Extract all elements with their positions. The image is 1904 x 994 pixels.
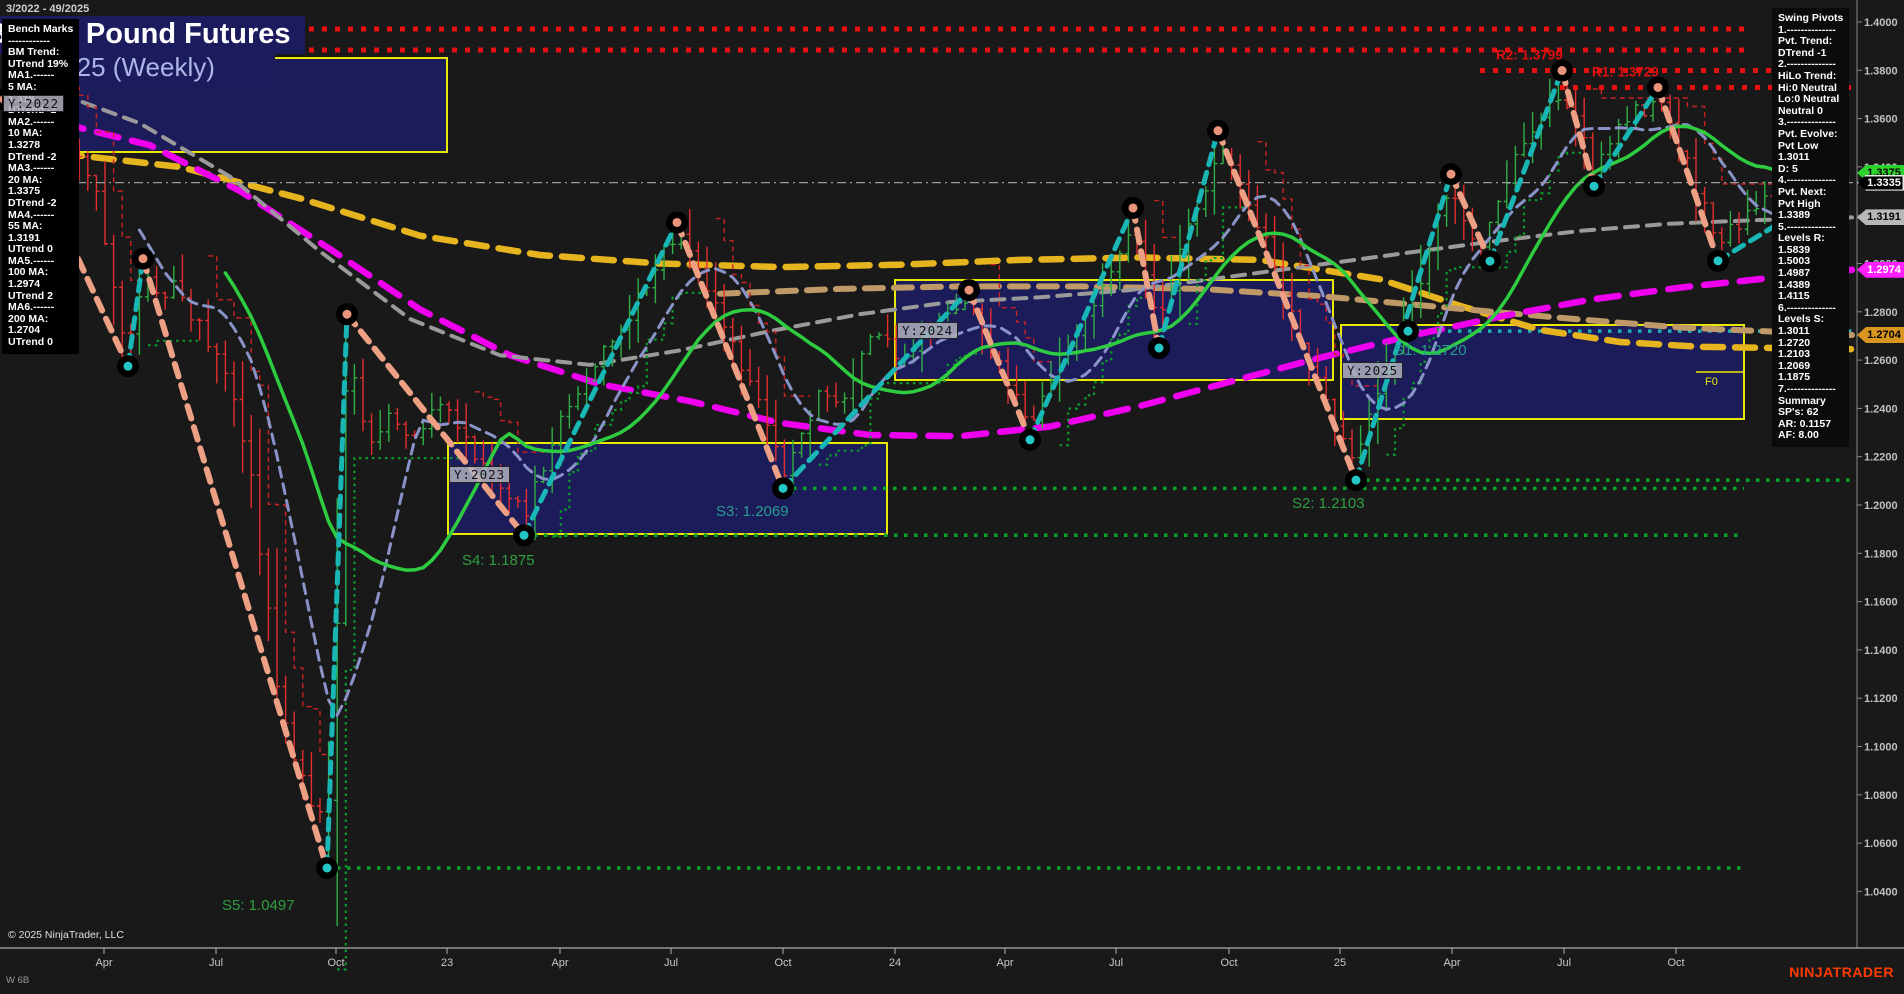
swing-pivot-line: 1.3389 — [1778, 210, 1843, 222]
price-axis-label: 1.1600 — [1864, 597, 1898, 609]
price-tag: 1.3191 — [1857, 209, 1904, 225]
pivot-level-label: S5: 1.0497 — [222, 897, 295, 914]
swing-pivots-panel: Swing Pivots1.--------------Pvt. Trend:D… — [1772, 8, 1849, 447]
pivot-dot — [139, 254, 148, 263]
time-axis-label: 25 — [1334, 957, 1346, 969]
swing-pivot-line: Pvt. Evolve: — [1778, 129, 1843, 141]
page-subtitle: -25 (Weekly) — [56, 51, 275, 86]
price-axis-label: 1.2200 — [1864, 452, 1898, 464]
resistance-label: R1: 1.3729 — [1592, 64, 1659, 79]
price-axis-label: 1.0400 — [1864, 886, 1898, 898]
pivot-dot — [1590, 182, 1599, 191]
price-tag: 1.3335 — [1857, 175, 1904, 191]
benchmark-line: 1.3278 — [8, 140, 73, 152]
price-axis-label: 1.0600 — [1864, 838, 1898, 850]
price-axis-label: 1.2400 — [1864, 403, 1898, 415]
price-axis-label: 1.3600 — [1864, 114, 1898, 126]
price-axis-label: 1.2600 — [1864, 355, 1898, 367]
price-axis-label: 1.2000 — [1864, 500, 1898, 512]
pivot-dot — [1352, 476, 1361, 485]
benchmark-line: 1.2974 — [8, 279, 73, 291]
pivot-level-label: S3: 1.2069 — [716, 503, 789, 520]
price-axis-label: 1.3800 — [1864, 65, 1898, 77]
swing-pivot-line: 7.-------------- — [1778, 384, 1843, 396]
price-axis-label: 1.0800 — [1864, 790, 1898, 802]
time-axis-label: Apr — [95, 957, 112, 969]
symbol-label: W 6B — [6, 975, 29, 986]
price-axis-label: 1.1000 — [1864, 742, 1898, 754]
pivot-dot — [323, 863, 332, 872]
swing-pivot-line: AF: 8.00 — [1778, 430, 1843, 442]
pivot-dot — [520, 531, 529, 540]
price-tag: 1.2704 — [1857, 327, 1904, 343]
benchmark-line: Bench Marks — [8, 24, 73, 36]
pivot-dot — [1026, 435, 1035, 444]
ninjatrader-logo: NINJATRADER — [1789, 964, 1894, 980]
resistance-label: R2: 1.3799 — [1496, 48, 1563, 63]
pivot-dot — [673, 218, 682, 227]
year-label: Y:2023 — [449, 466, 510, 483]
pivot-dot — [1447, 170, 1456, 179]
f0-label: F0 — [1705, 376, 1718, 388]
pivot-level-label: S1: 1.2720 — [1394, 342, 1467, 359]
price-axis-label: 1.1200 — [1864, 693, 1898, 705]
time-axis-label: 23 — [441, 957, 453, 969]
pivot-dot — [1155, 344, 1164, 353]
date-range: 3/2022 - 49/2025 — [6, 3, 89, 15]
pivot-dot — [1214, 126, 1223, 135]
benchmark-line: UTrend 0 — [8, 337, 73, 349]
benchmark-line: DTrend -2 — [8, 198, 73, 210]
price-axis-label: 1.2800 — [1864, 307, 1898, 319]
swing-pivot-line: Lo:0 Neutral — [1778, 94, 1843, 106]
pivot-dot — [124, 362, 133, 371]
copyright-text: © 2025 NinjaTrader, LLC — [8, 929, 124, 941]
time-axis-label: Oct — [774, 957, 791, 969]
pivot-dot — [1486, 257, 1495, 266]
time-axis-label: Jul — [1557, 957, 1571, 969]
benchmark-line: 55 MA: — [8, 221, 73, 233]
pivot-dot — [1404, 327, 1413, 336]
pivot-dot — [779, 484, 788, 493]
time-axis-label: Apr — [996, 957, 1013, 969]
pivot-dot — [965, 286, 974, 295]
time-axis-label: 24 — [889, 957, 901, 969]
swing-pivot-line: HiLo Trend: — [1778, 71, 1843, 83]
benchmarks-panel: Bench Marks------------BM Trend:UTrend 1… — [2, 19, 79, 354]
time-axis-label: Jul — [1109, 957, 1123, 969]
benchmark-line: 5 MA: — [8, 82, 73, 94]
pivot-dot — [343, 310, 352, 319]
chart-window: R2: 1.3799 R1: 1.3729 S5: 1.0497 S4: 1.1875… — [0, 0, 1904, 994]
pivot-dot — [1129, 203, 1138, 212]
price-axis-label: 1.1400 — [1864, 645, 1898, 657]
time-axis-label: Apr — [1443, 957, 1460, 969]
pivot-dot — [1558, 66, 1567, 75]
price-axis-label: 1.4000 — [1864, 17, 1898, 29]
time-axis-label: Jul — [209, 957, 223, 969]
swing-pivot-line: Swing Pivots — [1778, 13, 1843, 25]
price-axis-label: 1.1800 — [1864, 548, 1898, 560]
year-label: Y:2024 — [897, 322, 958, 339]
benchmark-line: MA3.------ — [8, 163, 73, 175]
swing-pivot-line: 1.3011 — [1778, 152, 1843, 164]
year-label: Y:2025 — [1342, 362, 1403, 379]
swing-pivot-line: Pvt. Next: — [1778, 187, 1843, 199]
year-label: Y:2022 — [3, 95, 64, 112]
swing-pivot-line: 1.4987 — [1778, 268, 1843, 280]
time-axis-label: Oct — [1220, 957, 1237, 969]
pivot-dot — [1654, 83, 1663, 92]
time-axis-label: Apr — [551, 957, 568, 969]
time-axis-label: Jul — [664, 957, 678, 969]
chart-canvas[interactable]: R2: 1.3799 R1: 1.3729 S5: 1.0497 S4: 1.1875… — [0, 0, 1904, 994]
pivot-dot — [1714, 256, 1723, 265]
pivot-level-label: S4: 1.1875 — [462, 552, 535, 569]
pivot-level-label: S2: 1.2103 — [1292, 495, 1365, 512]
time-axis-label: Oct — [1667, 957, 1684, 969]
time-axis-label: Oct — [327, 957, 344, 969]
price-tag: 1.2974 — [1857, 262, 1904, 278]
swing-pivot-line: 1.3011 — [1778, 326, 1843, 338]
